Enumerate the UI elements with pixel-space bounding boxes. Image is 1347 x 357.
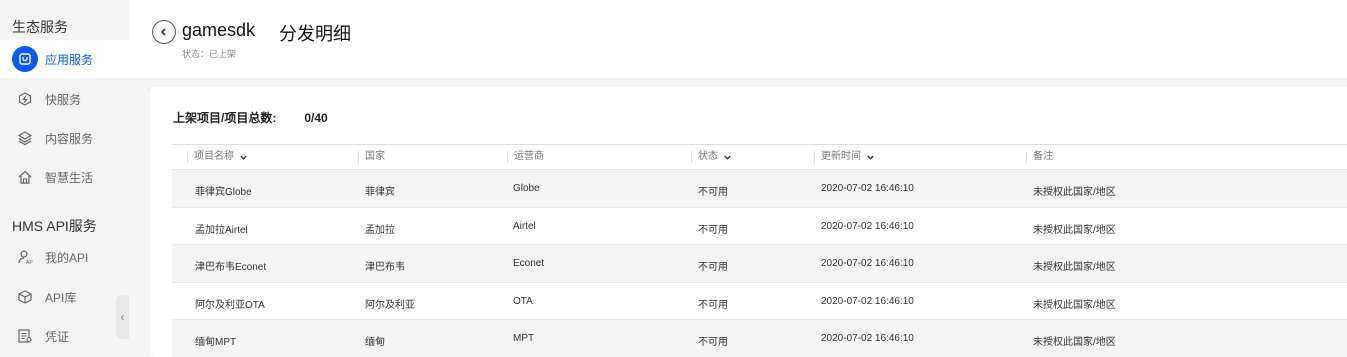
svg-text:API: API <box>26 260 33 265</box>
cell-project-name: 津巴布韦Econet <box>195 262 267 273</box>
cell-updated-time: 2020-07-02 16:46:10 <box>821 258 914 269</box>
cell-updated-time: 2020-07-02 16:46:10 <box>821 295 914 307</box>
app-status: 状态：已上架 <box>182 49 237 59</box>
column-header-country: 国家 <box>358 151 385 163</box>
summary: 上架项目/项目总数: 0/40 <box>173 109 328 126</box>
sidebar-item-app-services[interactable]: 应用服务 <box>0 40 129 78</box>
cell-project-name: 缅甸MPT <box>195 337 237 348</box>
page-title: 分发明细 <box>279 24 351 44</box>
cube-icon <box>12 284 38 310</box>
layers-icon <box>12 125 38 151</box>
cell-remarks: 未授权此国家/地区 <box>1033 262 1116 273</box>
chevron-down-icon <box>867 155 874 160</box>
back-button[interactable] <box>152 20 176 44</box>
cell-updated-time: 2020-07-02 16:46:10 <box>821 183 914 194</box>
cell-remarks: 未授权此国家/地区 <box>1033 337 1116 348</box>
cell-country: 孟加拉 <box>365 224 395 236</box>
column-header-carrier: 运营商 <box>507 151 544 163</box>
sidebar-item-smart-life[interactable]: 智慧生活 <box>0 158 129 196</box>
cell-status: 不可用 <box>698 224 728 236</box>
column-header-remarks: 备注 <box>1026 151 1053 163</box>
cell-carrier: Airtel <box>513 220 536 232</box>
distribution-table: 项目名称 国家 运营商 状态 更新时间 备注 菲律宾Globe 菲律宾 Glob… <box>172 144 1347 357</box>
cell-project-name: 菲律宾Globe <box>195 187 252 198</box>
table-row[interactable]: 津巴布韦Econet 津巴布韦 Econet 不可用 2020-07-02 16… <box>172 244 1347 282</box>
cell-carrier: Globe <box>513 183 540 194</box>
cell-carrier: OTA <box>513 295 533 307</box>
cell-country: 津巴布韦 <box>365 262 405 273</box>
cell-remarks: 未授权此国家/地区 <box>1033 299 1116 311</box>
summary-count: 0/40 <box>304 111 328 125</box>
home-icon <box>12 164 38 190</box>
quick-app-icon <box>12 86 38 112</box>
sidebar-collapse-handle[interactable]: ‹ <box>116 295 129 339</box>
cell-carrier: MPT <box>513 333 535 344</box>
page-header: gamesdk 分发明细 状态：已上架 <box>129 0 1347 78</box>
sidebar-item-content-services[interactable]: 内容服务 <box>0 119 129 157</box>
cell-updated-time: 2020-07-02 16:46:10 <box>821 333 914 344</box>
sidebar-item-label: 我的API <box>45 250 89 265</box>
sidebar-group-hms-api: HMS API服务 <box>12 218 97 234</box>
sidebar-item-label: API库 <box>45 290 77 305</box>
cell-status: 不可用 <box>698 262 728 273</box>
distribution-card: 上架项目/项目总数: 0/40 项目名称 国家 运营商 状态 更新时间 备注 菲… <box>150 87 1347 357</box>
sidebar-group-ecosystem: 生态服务 <box>12 19 68 35</box>
app-store-icon <box>12 46 38 72</box>
table-header: 项目名称 国家 运营商 状态 更新时间 备注 <box>172 144 1347 169</box>
credential-icon <box>12 323 38 349</box>
sidebar-item-label: 应用服务 <box>45 52 94 67</box>
cell-country: 菲律宾 <box>365 187 395 198</box>
sidebar-item-credentials[interactable]: 凭证 <box>0 317 129 355</box>
column-header-status[interactable]: 状态 <box>691 151 732 163</box>
chevron-down-icon <box>240 155 247 160</box>
sidebar-item-label: 智慧生活 <box>45 170 94 185</box>
sidebar-item-api-library[interactable]: API库 <box>0 278 129 316</box>
cell-country: 缅甸 <box>365 337 385 348</box>
cell-country: 阿尔及利亚 <box>365 299 415 311</box>
sidebar-item-label: 凭证 <box>45 329 70 344</box>
app-name: gamesdk <box>182 20 256 40</box>
table-row[interactable]: 孟加拉Airtel 孟加拉 Airtel 不可用 2020-07-02 16:4… <box>172 206 1347 245</box>
user-api-icon: API <box>12 244 38 270</box>
sidebar-item-my-api[interactable]: API 我的API <box>0 238 129 276</box>
cell-carrier: Econet <box>513 258 545 269</box>
sidebar-item-label: 快服务 <box>45 92 82 107</box>
summary-label: 上架项目/项目总数: <box>173 111 277 125</box>
cell-updated-time: 2020-07-02 16:46:10 <box>821 220 914 232</box>
table-row[interactable]: 缅甸MPT 缅甸 MPT 不可用 2020-07-02 16:46:10 未授权… <box>172 319 1347 357</box>
cell-status: 不可用 <box>698 299 728 311</box>
cell-status: 不可用 <box>698 187 728 198</box>
cell-project-name: 孟加拉Airtel <box>195 224 248 236</box>
cell-status: 不可用 <box>698 337 728 348</box>
chevron-down-icon <box>724 155 731 160</box>
column-header-updated-time[interactable]: 更新时间 <box>814 151 875 163</box>
table-row[interactable]: 阿尔及利亚OTA 阿尔及利亚 OTA 不可用 2020-07-02 16:46:… <box>172 281 1347 320</box>
cell-remarks: 未授权此国家/地区 <box>1033 224 1116 236</box>
cell-project-name: 阿尔及利亚OTA <box>195 299 265 311</box>
table-row[interactable]: 菲律宾Globe 菲律宾 Globe 不可用 2020-07-02 16:46:… <box>172 169 1347 207</box>
chevron-left-icon <box>160 28 166 36</box>
sidebar: 生态服务 应用服务 快服务 内容服务 智慧生活 HMS API服务 API 我的… <box>0 0 129 347</box>
sidebar-item-label: 内容服务 <box>45 131 94 146</box>
sidebar-item-quick-services[interactable]: 快服务 <box>0 80 129 118</box>
column-header-project-name[interactable]: 项目名称 <box>187 151 248 163</box>
chevron-left-icon: ‹ <box>120 310 125 324</box>
cell-remarks: 未授权此国家/地区 <box>1033 187 1116 198</box>
